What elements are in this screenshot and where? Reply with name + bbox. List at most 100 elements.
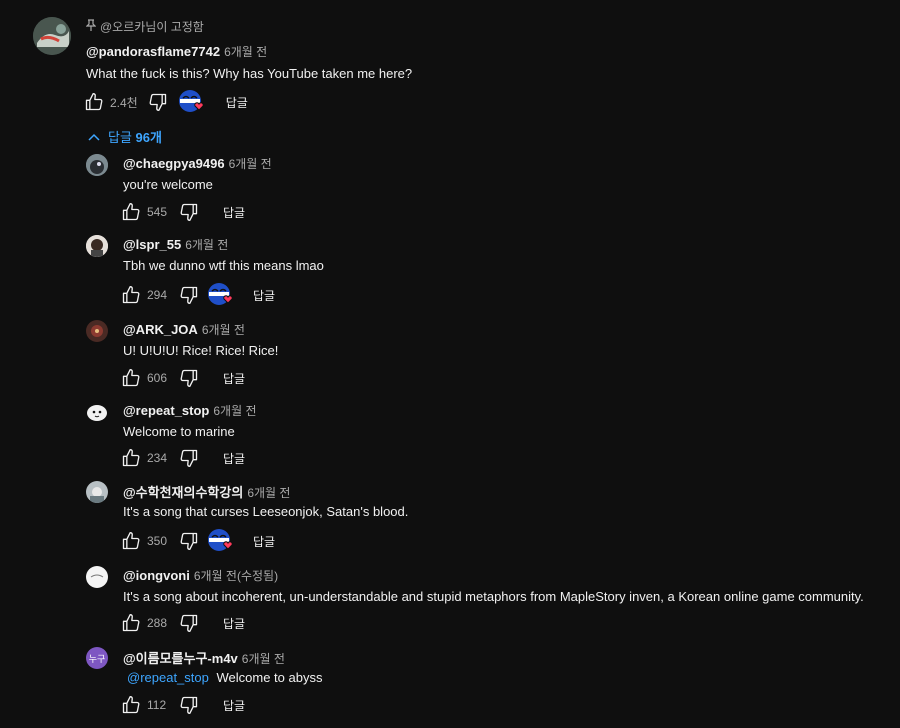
reply-text: Welcome to abyss bbox=[216, 670, 323, 685]
reply-author[interactable]: @iongvoni bbox=[123, 568, 190, 583]
like-button[interactable] bbox=[121, 695, 141, 715]
reply-button[interactable]: 답글 bbox=[223, 450, 245, 467]
thumbs-up-icon bbox=[85, 93, 103, 111]
dislike-button[interactable] bbox=[179, 285, 199, 305]
reply-time[interactable]: 6개월 전 bbox=[229, 155, 272, 172]
like-button[interactable] bbox=[121, 368, 141, 388]
replies-toggle-button[interactable]: 답글 96개 bbox=[88, 127, 162, 146]
comment-header: @pandorasflame7742 6개월 전 bbox=[86, 43, 267, 60]
thumbs-up-icon bbox=[122, 449, 140, 467]
mention-link[interactable]: @repeat_stop bbox=[127, 670, 209, 685]
thumbs-down-icon bbox=[180, 449, 198, 467]
creator-heart-icon bbox=[207, 528, 235, 554]
chevron-up-icon bbox=[88, 129, 100, 144]
reply-avatar[interactable]: 누구 bbox=[86, 647, 108, 669]
thumbs-down-icon bbox=[180, 696, 198, 714]
thumbs-up-icon bbox=[122, 614, 140, 632]
like-count: 234 bbox=[147, 451, 168, 465]
dislike-button[interactable] bbox=[179, 613, 199, 633]
dislike-button[interactable] bbox=[179, 531, 199, 551]
reply-avatar[interactable] bbox=[86, 401, 108, 423]
reply-button[interactable]: 답글 bbox=[223, 697, 245, 714]
reply-button[interactable]: 답글 bbox=[226, 94, 248, 111]
pin-icon bbox=[85, 19, 97, 34]
like-count: 112 bbox=[147, 698, 167, 712]
like-button[interactable] bbox=[121, 613, 141, 633]
comment-author[interactable]: @pandorasflame7742 bbox=[86, 44, 220, 59]
creator-heart-icon bbox=[178, 89, 206, 115]
reply-avatar[interactable] bbox=[86, 566, 108, 588]
like-button[interactable] bbox=[121, 531, 141, 551]
thumbs-up-icon bbox=[122, 532, 140, 550]
like-count: 545 bbox=[147, 205, 168, 219]
reply-header: @repeat_stop 6개월 전 bbox=[123, 402, 257, 419]
dislike-button[interactable] bbox=[179, 695, 199, 715]
reply-actions: 545 답글 bbox=[121, 202, 245, 222]
thumbs-up-icon bbox=[122, 286, 140, 304]
reply-avatar[interactable] bbox=[86, 320, 108, 342]
reply-avatar[interactable] bbox=[86, 481, 108, 503]
avatar[interactable] bbox=[33, 17, 71, 55]
reply-button[interactable]: 답글 bbox=[253, 533, 275, 550]
reply-author[interactable]: @lspr_55 bbox=[123, 237, 181, 252]
reply-time[interactable]: 6개월 전 bbox=[242, 650, 285, 667]
reply-time[interactable]: 6개월 전 bbox=[185, 236, 228, 253]
reply-button[interactable]: 답글 bbox=[223, 615, 245, 632]
reply-author[interactable]: @repeat_stop bbox=[123, 403, 209, 418]
reply-avatar[interactable] bbox=[86, 154, 108, 176]
reply-author[interactable]: @수학천재의수학강의 bbox=[123, 482, 243, 501]
thumbs-down-icon bbox=[149, 93, 166, 112]
dislike-button[interactable] bbox=[179, 202, 199, 222]
reply-button[interactable]: 답글 bbox=[223, 370, 245, 387]
reply-text: you're welcome bbox=[123, 177, 213, 192]
reply-time[interactable]: 6개월 전 bbox=[247, 484, 290, 501]
reply-button[interactable]: 답글 bbox=[223, 204, 245, 221]
creator-heart-icon bbox=[207, 282, 235, 308]
like-count: 606 bbox=[147, 371, 168, 385]
reply-header: @lspr_55 6개월 전 bbox=[123, 236, 228, 253]
reply-author[interactable]: @chaegpya9496 bbox=[123, 156, 225, 171]
thumbs-up-icon bbox=[122, 696, 140, 714]
reply-header: @iongvoni 6개월 전(수정됨) bbox=[123, 567, 278, 584]
reply-time[interactable]: 6개월 전(수정됨) bbox=[194, 567, 278, 584]
reply-actions: 112 답글 bbox=[121, 695, 245, 715]
reply-text-container: @repeat_stop Welcome to abyss bbox=[127, 670, 322, 685]
like-count: 350 bbox=[147, 534, 168, 548]
reply-actions: 606 답글 bbox=[121, 368, 245, 388]
dislike-button[interactable] bbox=[179, 368, 199, 388]
reply-header: @chaegpya9496 6개월 전 bbox=[123, 155, 272, 172]
like-button[interactable] bbox=[84, 92, 104, 112]
like-count: 294 bbox=[147, 288, 168, 302]
like-button[interactable] bbox=[121, 202, 141, 222]
dislike-button[interactable] bbox=[179, 448, 199, 468]
avatar-initials: 누구 bbox=[88, 653, 106, 664]
reply-actions: 350 답글 bbox=[121, 528, 275, 554]
reply-header: @ARK_JOA 6개월 전 bbox=[123, 321, 245, 338]
pinned-label: @오르카님이 고정함 bbox=[85, 18, 204, 35]
replies-count: 96개 bbox=[135, 130, 162, 145]
reply-text: It's a song about incoherent, un-underst… bbox=[123, 589, 864, 604]
reply-text: Tbh we dunno wtf this means lmao bbox=[123, 258, 324, 273]
thumbs-down-icon bbox=[180, 369, 198, 387]
reply-actions: 234 답글 bbox=[121, 448, 245, 468]
reply-button[interactable]: 답글 bbox=[253, 287, 275, 304]
reply-author[interactable]: @ARK_JOA bbox=[123, 322, 198, 337]
like-button[interactable] bbox=[121, 285, 141, 305]
reply-time[interactable]: 6개월 전 bbox=[202, 321, 245, 338]
comment-time[interactable]: 6개월 전 bbox=[224, 43, 267, 60]
reply-text: U! U!U!U! Rice! Rice! Rice! bbox=[123, 343, 279, 358]
reply-text: It's a song that curses Leeseonjok, Sata… bbox=[123, 504, 409, 519]
dislike-button[interactable] bbox=[148, 92, 168, 112]
thumbs-down-icon bbox=[180, 614, 198, 632]
reply-actions: 288 답글 bbox=[121, 613, 245, 633]
reply-time[interactable]: 6개월 전 bbox=[213, 402, 256, 419]
like-count: 288 bbox=[147, 616, 168, 630]
reply-author[interactable]: @이름모를누구-m4v bbox=[123, 648, 238, 667]
reply-avatar[interactable] bbox=[86, 235, 108, 257]
replies-toggle-label: 답글 bbox=[108, 130, 132, 145]
like-button[interactable] bbox=[121, 448, 141, 468]
reply-header: @이름모를누구-m4v 6개월 전 bbox=[123, 648, 285, 667]
reply-actions: 294 답글 bbox=[121, 282, 275, 308]
thumbs-up-icon bbox=[122, 369, 140, 387]
comment-text: What the fuck is this? Why has YouTube t… bbox=[86, 66, 413, 81]
